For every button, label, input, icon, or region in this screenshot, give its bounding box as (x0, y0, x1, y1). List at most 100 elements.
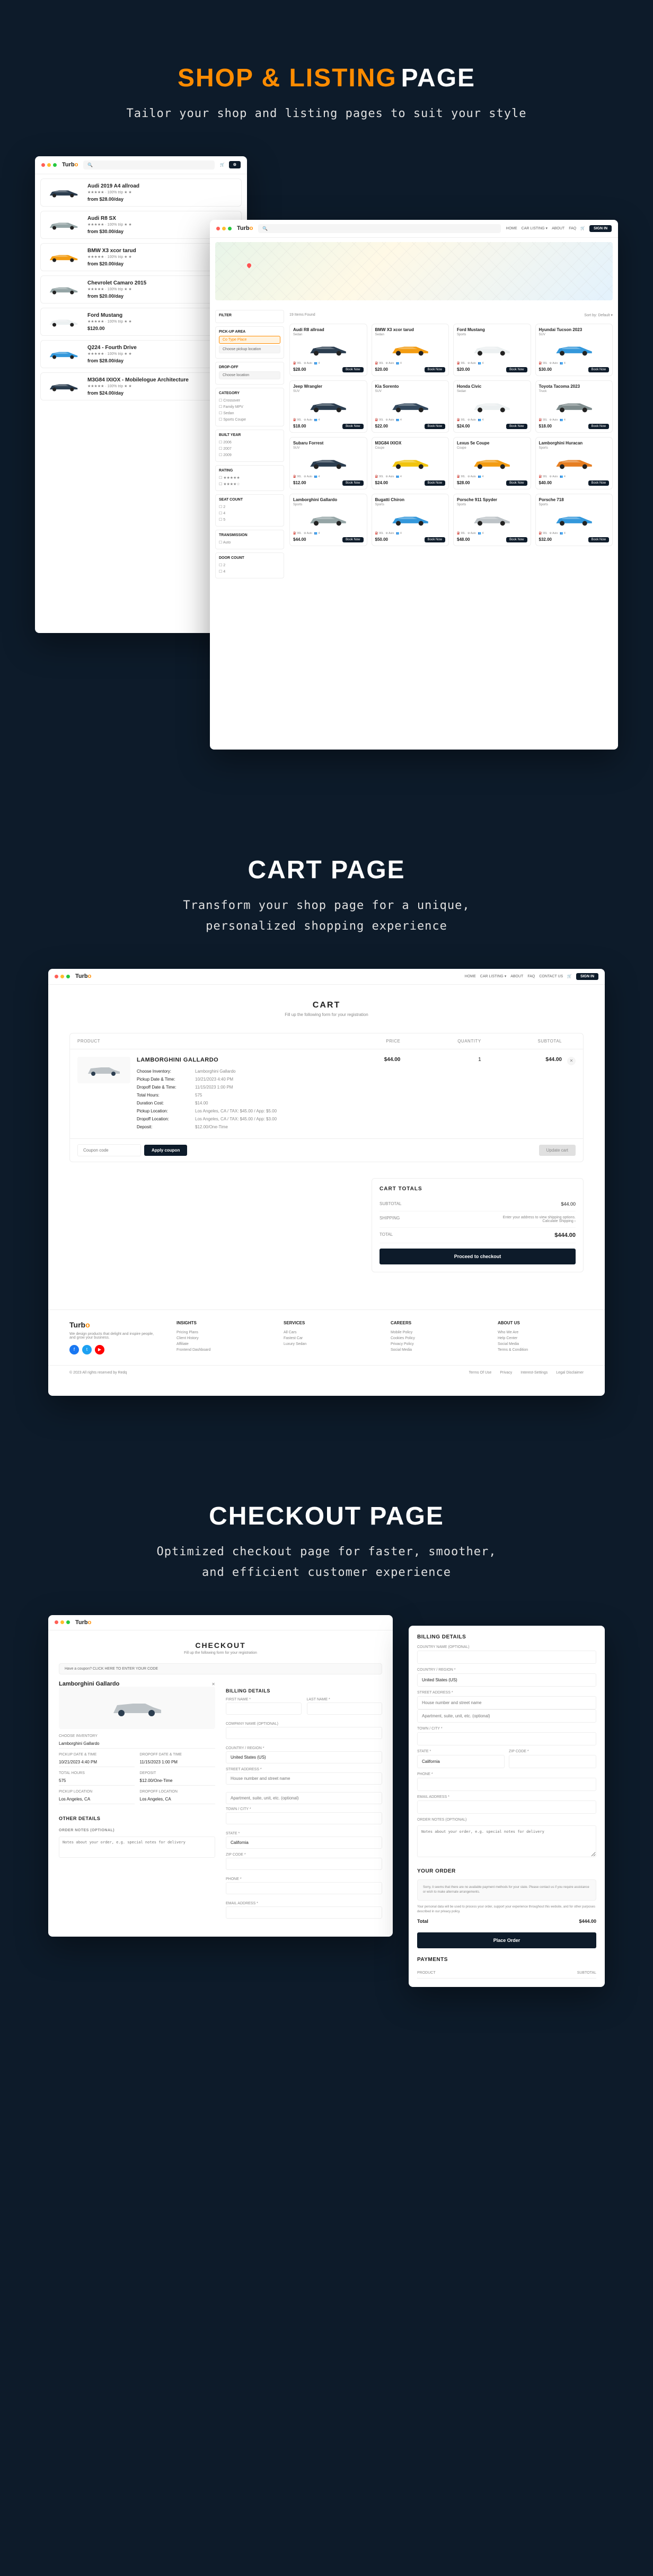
item-qty[interactable]: 1 (400, 1057, 481, 1063)
nav-listing[interactable]: CAR LISTING ▾ (522, 226, 548, 230)
nav-about[interactable]: ABOUT (552, 227, 564, 230)
footer-link[interactable]: Client History (177, 1335, 262, 1341)
footer-link[interactable]: Luxury Sedan (284, 1341, 369, 1347)
book-button[interactable]: Book Now (506, 480, 527, 486)
phone-input[interactable] (417, 1778, 596, 1791)
twitter-icon[interactable]: t (82, 1345, 92, 1354)
company-input[interactable] (417, 1651, 596, 1664)
coupon-input[interactable] (77, 1144, 141, 1156)
book-button[interactable]: Book Now (506, 367, 527, 372)
apt-input[interactable] (417, 1709, 596, 1723)
footer-link[interactable]: Terms & Condition (498, 1347, 584, 1353)
nav-listing[interactable]: CAR LISTING ▾ (480, 974, 506, 978)
book-button[interactable]: Book Now (425, 367, 445, 372)
place-order-button[interactable]: Place Order (417, 1932, 596, 1948)
nav-about[interactable]: ABOUT (510, 975, 523, 978)
signin-button[interactable]: SIGN IN (589, 225, 612, 232)
footer-link[interactable]: Fastest Car (284, 1335, 369, 1341)
book-button[interactable]: Book Now (342, 424, 363, 429)
cart-icon[interactable]: 🛒 (567, 974, 572, 978)
map[interactable] (215, 242, 613, 300)
proceed-checkout-button[interactable]: Proceed to checkout (380, 1249, 576, 1264)
book-button[interactable]: Book Now (588, 367, 609, 372)
footer-link[interactable]: All Cars (284, 1330, 369, 1335)
book-button[interactable]: Book Now (588, 537, 609, 542)
car-card[interactable]: Porsche 718Sports ⛽ 90L⚙ Auto👥 4 $32.00B… (535, 494, 613, 546)
book-button[interactable]: Book Now (588, 480, 609, 486)
book-button[interactable]: Book Now (425, 480, 445, 486)
nav-home[interactable]: HOME (465, 975, 476, 978)
car-card[interactable]: Audi R8 allroadSedan ⛽ 90L⚙ Auto👥 4 $28.… (289, 324, 367, 376)
footer-link[interactable]: Legal Disclaimer (556, 1371, 584, 1375)
footer-link[interactable]: Affiliate (177, 1341, 262, 1347)
book-button[interactable]: Book Now (342, 367, 363, 372)
book-button[interactable]: Book Now (506, 537, 527, 542)
car-card[interactable]: Honda CivicSedan ⛽ 90L⚙ Auto👥 4 $24.00Bo… (453, 380, 531, 433)
state-select[interactable]: California (417, 1755, 505, 1768)
footer-link[interactable]: Help Center (498, 1335, 584, 1341)
car-card[interactable]: Porsche 911 SpyderSports ⛽ 90L⚙ Auto👥 4 … (453, 494, 531, 546)
signin-button[interactable]: ⚙ (229, 161, 241, 168)
apply-coupon-button[interactable]: Apply coupon (144, 1145, 187, 1156)
footer-link[interactable]: Frontend Dashboard (177, 1347, 262, 1353)
filter-dropoff[interactable]: Choose location (219, 371, 280, 379)
footer-link[interactable]: Interest-Settings (520, 1371, 548, 1375)
book-button[interactable]: Book Now (506, 424, 527, 429)
car-card[interactable]: Hyundai Tucson 2023SUV ⛽ 90L⚙ Auto👥 4 $3… (535, 324, 613, 376)
email-input[interactable] (417, 1800, 596, 1814)
book-button[interactable]: Book Now (425, 424, 445, 429)
car-card[interactable]: Lamborghini HuracanSports ⛽ 90L⚙ Auto👥 4… (535, 437, 613, 489)
car-card[interactable]: Jeep WranglerSUV ⛽ 90L⚙ Auto👥 4 $18.00Bo… (289, 380, 367, 433)
cart-totals: CART TOTALS SUBTOTAL $44.00 SHIPPING Ent… (372, 1178, 584, 1272)
book-button[interactable]: Book Now (425, 537, 445, 542)
footer-link[interactable]: Pricing Plans (177, 1330, 262, 1335)
car-card[interactable]: Kia SorentoSUV ⛽ 90L⚙ Auto👥 4 $22.00Book… (372, 380, 449, 433)
filter-category[interactable]: ☐ Crossover (219, 397, 280, 404)
notes-textarea[interactable] (417, 1825, 596, 1857)
filter-category[interactable]: ☐ Sedan (219, 410, 280, 416)
footer-link[interactable]: Privacy (500, 1371, 512, 1375)
update-cart-button[interactable]: Update cart (539, 1145, 576, 1156)
nav-home[interactable]: HOME (506, 227, 517, 230)
list-item[interactable]: Audi 2019 A4 allroad ★★★★★ · 100% trip ★… (40, 179, 242, 207)
footer-link[interactable]: Social Media (391, 1347, 476, 1353)
nav-faq[interactable]: FAQ (569, 227, 576, 230)
calc-shipping-link[interactable]: Calculate Shipping › (542, 1219, 576, 1223)
footer-link[interactable]: Mobile Policy (391, 1330, 476, 1335)
footer-link[interactable]: Terms Of Use (469, 1371, 492, 1375)
filter-pickup[interactable]: Co Type Place (219, 336, 280, 344)
country-select[interactable]: United States (US) (417, 1673, 596, 1687)
car-card[interactable]: Toyota Tacoma 2023Truck ⛽ 90L⚙ Auto👥 4 $… (535, 380, 613, 433)
footer-link[interactable]: Who We Are (498, 1330, 584, 1335)
filter-category[interactable]: ☐ Family MPV (219, 404, 280, 410)
filter-category[interactable]: ☐ Sports Coupe (219, 416, 280, 423)
notes-textarea[interactable] (59, 1837, 215, 1858)
footer-link[interactable]: Cookies Policy (391, 1335, 476, 1341)
car-card[interactable]: M3G84 IXIOXCoupe ⛽ 90L⚙ Auto👥 4 $24.00Bo… (372, 437, 449, 489)
book-button[interactable]: Book Now (342, 480, 363, 486)
nav-faq[interactable]: FAQ (527, 975, 535, 978)
car-card[interactable]: Subaru ForrestSUV ⛽ 90L⚙ Auto👥 4 $12.00B… (289, 437, 367, 489)
car-card[interactable]: Ford MustangSports ⛽ 90L⚙ Auto👥 4 $20.00… (453, 324, 531, 376)
sort-dropdown[interactable]: Sort by: Default ▾ (584, 313, 613, 317)
car-card[interactable]: Bugatti ChironSports ⛽ 90L⚙ Auto👥 4 $50.… (372, 494, 449, 546)
car-card[interactable]: Lamborghini GallardoSports ⛽ 90L⚙ Auto👥 … (289, 494, 367, 546)
facebook-icon[interactable]: f (69, 1345, 79, 1354)
book-button[interactable]: Book Now (588, 424, 609, 429)
search-bar[interactable]: 🔍 (258, 224, 500, 233)
search-bar[interactable]: 🔍 (83, 161, 215, 170)
filter-pickup2[interactable]: Choose pickup location (219, 345, 280, 353)
street-input[interactable] (417, 1696, 596, 1709)
zip-input[interactable] (509, 1755, 596, 1768)
youtube-icon[interactable]: ▶ (95, 1345, 104, 1354)
car-card[interactable]: Lexus 5e CoupeCoupe ⛽ 90L⚙ Auto👥 4 $28.0… (453, 437, 531, 489)
coupon-banner[interactable]: Have a coupon? CLICK HERE TO ENTER YOUR … (59, 1663, 382, 1674)
car-card[interactable]: BMW X3 xcor tarudSedan ⛽ 90L⚙ Auto👥 4 $2… (372, 324, 449, 376)
nav-contact[interactable]: CONTACT US (539, 975, 563, 978)
footer-link[interactable]: Privacy Policy (391, 1341, 476, 1347)
footer-link[interactable]: Social Media (498, 1341, 584, 1347)
signin-button[interactable]: SIGN IN (576, 973, 598, 980)
city-input[interactable] (417, 1732, 596, 1745)
book-button[interactable]: Book Now (342, 537, 363, 542)
remove-button[interactable]: ✕ (567, 1057, 576, 1065)
